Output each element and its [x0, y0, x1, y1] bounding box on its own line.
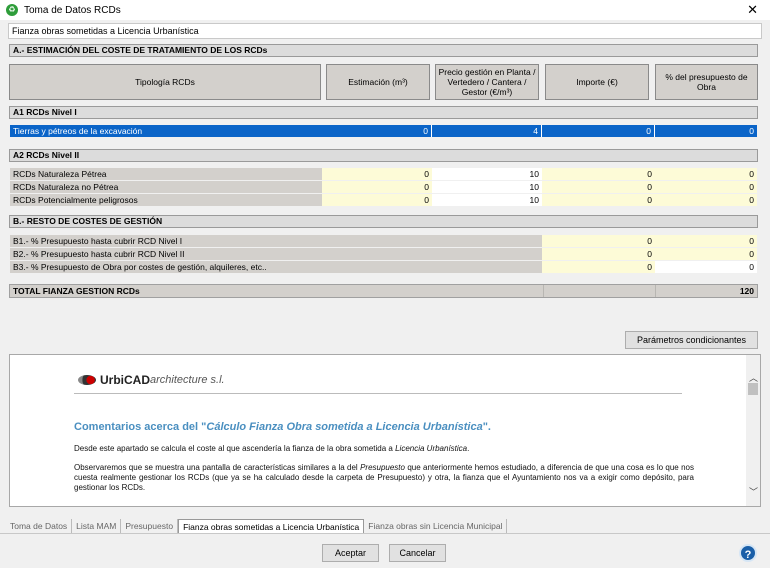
importe-value: 0: [542, 235, 655, 247]
importe-value: 0: [542, 261, 655, 273]
urbicad-logo-icon: [78, 375, 96, 385]
divider: [0, 533, 770, 534]
logo: UrbiCAD architecture s.l.: [78, 373, 225, 387]
divider: [543, 285, 544, 297]
tab-presupuesto[interactable]: Presupuesto: [121, 519, 179, 533]
porcentaje-value: 0: [655, 168, 757, 180]
row-label: RCDs Naturaleza Pétrea: [10, 168, 322, 180]
logo-tagline: architecture s.l.: [150, 374, 225, 386]
col-header-importe: Importe (€): [545, 64, 649, 100]
tab-bar: Toma de Datos Lista MAM Presupuesto Fian…: [6, 519, 508, 533]
porcentaje-value: 0: [655, 181, 757, 193]
table-row[interactable]: RCDs Potencialmente peligrosos 0 10 0 0: [10, 194, 757, 206]
close-icon[interactable]: ✕: [747, 2, 758, 18]
app-icon: ♻: [6, 4, 18, 16]
col-header-porcentaje: % del presupuesto de Obra: [655, 64, 758, 100]
section-b-title: B.- RESTO DE COSTES DE GESTIÓN: [9, 215, 758, 228]
doc-heading: Comentarios acerca del "Cálculo Fianza O…: [74, 421, 491, 433]
importe-value: 0: [542, 181, 655, 193]
section-a-title: A.- ESTIMACIÓN DEL COSTE DE TRATAMIENTO …: [9, 44, 758, 57]
estimacion-input[interactable]: 0: [322, 181, 432, 193]
importe-value: 0: [542, 248, 655, 260]
title-bar: ♻ Toma de Datos RCDs ✕: [0, 0, 770, 20]
precio-input[interactable]: 10: [432, 194, 542, 206]
doc-paragraph: Observaremos que se muestra una pantalla…: [74, 463, 695, 492]
divider: [655, 285, 656, 297]
porcentaje-value: 0: [655, 125, 757, 137]
row-label: Tierras y pétreos de la excavación: [10, 125, 322, 137]
vertical-scrollbar[interactable]: ︿ ﹀: [746, 355, 760, 506]
porcentaje-value: 0: [655, 235, 757, 247]
col-header-precio: Precio gestión en Planta / Vertedero / C…: [435, 64, 539, 100]
tab-lista-mam[interactable]: Lista MAM: [72, 519, 122, 533]
tab-toma-de-datos[interactable]: Toma de Datos: [6, 519, 73, 533]
window-title: Toma de Datos RCDs: [24, 4, 121, 16]
porcentaje-value: 0: [655, 194, 757, 206]
panel-title: Fianza obras sometidas a Licencia Urbaní…: [8, 23, 762, 39]
table-row[interactable]: B2.- % Presupuesto hasta cubrir RCD Nive…: [10, 248, 757, 260]
tab-fianza-sin-licencia[interactable]: Fianza obras sin Licencia Municipal: [364, 519, 508, 533]
tab-fianza-licencia[interactable]: Fianza obras sometidas a Licencia Urbaní…: [178, 519, 365, 533]
scroll-thumb[interactable]: [748, 383, 758, 395]
total-label: TOTAL FIANZA GESTION RCDs: [13, 286, 140, 296]
importe-value: 0: [542, 125, 655, 137]
precio-input[interactable]: 10: [432, 181, 542, 193]
estimacion-input[interactable]: 0: [322, 168, 432, 180]
logo-brand: UrbiCAD: [100, 373, 150, 387]
porcentaje-value: 0: [655, 248, 757, 260]
importe-value: 0: [542, 194, 655, 206]
table-row[interactable]: B1.- % Presupuesto hasta cubrir RCD Nive…: [10, 235, 757, 247]
row-label: B1.- % Presupuesto hasta cubrir RCD Nive…: [10, 235, 542, 247]
table-row[interactable]: RCDs Naturaleza Pétrea 0 10 0 0: [10, 168, 757, 180]
section-a1-title: A1 RCDs Nivel I: [9, 106, 758, 119]
table-row[interactable]: RCDs Naturaleza no Pétrea 0 10 0 0: [10, 181, 757, 193]
row-label: B3.- % Presupuesto de Obra por costes de…: [10, 261, 542, 273]
accept-button[interactable]: Aceptar: [322, 544, 379, 562]
row-label: RCDs Naturaleza no Pétrea: [10, 181, 322, 193]
row-label: RCDs Potencialmente peligrosos: [10, 194, 322, 206]
total-value: 120: [739, 286, 754, 296]
estimacion-input[interactable]: 0: [322, 194, 432, 206]
col-header-estimacion: Estimación (m³): [326, 64, 430, 100]
help-document[interactable]: UrbiCAD architecture s.l. Comentarios ac…: [9, 354, 761, 507]
importe-value: 0: [542, 168, 655, 180]
parametros-condicionantes-button[interactable]: Parámetros condicionantes: [625, 331, 758, 349]
precio-input[interactable]: 10: [432, 168, 542, 180]
table-row[interactable]: B3.- % Presupuesto de Obra por costes de…: [10, 261, 757, 273]
col-header-tipologia: Tipología RCDs: [9, 64, 321, 100]
cancel-button[interactable]: Cancelar: [389, 544, 446, 562]
porcentaje-input[interactable]: 0: [655, 261, 757, 273]
divider: [74, 393, 682, 394]
estimacion-input[interactable]: 0: [322, 125, 432, 137]
row-label: B2.- % Presupuesto hasta cubrir RCD Nive…: [10, 248, 542, 260]
help-icon[interactable]: ?: [739, 544, 757, 562]
table-row[interactable]: Tierras y pétreos de la excavación 0 4 0…: [10, 125, 757, 137]
doc-paragraph: Desde este apartado se calcula el coste …: [74, 444, 470, 453]
precio-input[interactable]: 4: [432, 125, 542, 137]
chevron-down-icon[interactable]: ﹀: [749, 485, 758, 498]
section-a2-title: A2 RCDs Nivel II: [9, 149, 758, 162]
total-row: TOTAL FIANZA GESTION RCDs 120: [9, 284, 758, 298]
